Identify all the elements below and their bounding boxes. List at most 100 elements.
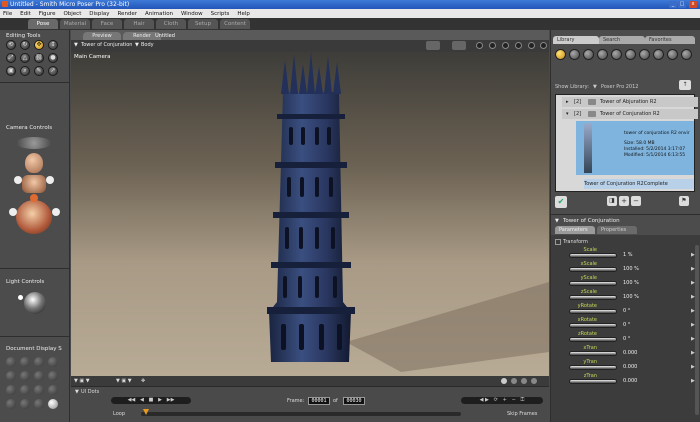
param-dial[interactable] — [569, 267, 617, 272]
library-up-button[interactable]: ↑ — [679, 80, 691, 90]
display-style-icon[interactable] — [34, 399, 44, 409]
view-option-icon[interactable] — [528, 42, 535, 49]
current-frame-field[interactable]: 00001 — [308, 397, 330, 405]
param-row[interactable]: xScale 100 % ▶ — [551, 261, 700, 275]
display-style-icon[interactable] — [34, 357, 44, 367]
remove-from-library-icon[interactable]: − — [631, 196, 641, 206]
camera-right-hand-icon[interactable] — [46, 176, 54, 184]
display-style-icon[interactable] — [34, 371, 44, 381]
ui-dots-arrow[interactable]: ▼ — [75, 389, 79, 395]
param-dial[interactable] — [569, 309, 617, 314]
param-dial[interactable] — [569, 281, 617, 286]
loop-label[interactable]: Loop — [113, 411, 125, 417]
param-dial[interactable] — [569, 365, 617, 370]
parameters-tab[interactable]: Parameters — [555, 226, 595, 234]
room-tab-pose[interactable]: Pose — [28, 19, 58, 29]
layout-icon[interactable] — [426, 41, 440, 50]
display-style-icon[interactable] — [6, 385, 16, 395]
view-option-icon[interactable] — [515, 42, 522, 49]
camera-head-icon[interactable] — [25, 153, 43, 173]
display-style-icon[interactable] — [6, 371, 16, 381]
apply-library-preset-icon[interactable]: ✔ — [555, 196, 567, 208]
close-button[interactable]: x — [689, 1, 697, 8]
display-style-icon[interactable] — [20, 371, 30, 381]
param-row[interactable]: xRotate 0 ° ▶ — [551, 317, 700, 331]
tower-model[interactable] — [71, 52, 549, 376]
hands-category-icon[interactable] — [611, 49, 622, 60]
ui-dot-icon[interactable] — [531, 378, 537, 384]
actor-menu[interactable]: Tower of Conjuration — [81, 42, 132, 48]
tab-untitled[interactable]: Untitled — [145, 32, 185, 40]
timeline-slider[interactable] — [141, 412, 461, 416]
lights-category-icon[interactable] — [639, 49, 650, 60]
library-item-selected[interactable]: Tower of Conjuration R2Complete — [584, 179, 694, 189]
ui-dot-icon[interactable] — [511, 378, 517, 384]
ui-dot-icon[interactable] — [521, 378, 527, 384]
materials-category-icon[interactable] — [667, 49, 678, 60]
display-style-icon[interactable] — [48, 357, 58, 367]
actor-menu-arrow[interactable]: ▼ — [555, 218, 559, 224]
library-item-preview[interactable]: tower of conjuration R2 envir Size: 58.0… — [576, 121, 694, 175]
transform-checkbox[interactable] — [555, 239, 561, 245]
param-row[interactable]: zRotate 0 ° ▶ — [551, 331, 700, 345]
taper-tool-icon[interactable]: △ — [20, 53, 30, 63]
grid-menu-icon[interactable]: ▼ ▣ ▼ — [116, 378, 132, 384]
camera-scale-icon[interactable] — [30, 194, 38, 202]
param-row[interactable]: zScale 100 % ▶ — [551, 289, 700, 303]
library-folder-row[interactable]: ▾ [2] Tower of Conjuration R2 — [562, 109, 698, 119]
camera-move-xy-icon[interactable] — [52, 208, 60, 216]
param-dial[interactable] — [569, 295, 617, 300]
view-option-icon[interactable] — [540, 42, 547, 49]
light-sphere-icon[interactable] — [24, 292, 46, 314]
layout-icon[interactable] — [452, 41, 466, 50]
camera-trackball-icon[interactable] — [16, 200, 52, 234]
param-dial[interactable] — [569, 323, 617, 328]
params-scrollbar[interactable] — [695, 245, 699, 415]
param-dial[interactable] — [569, 337, 617, 342]
minimize-button[interactable]: _ — [669, 1, 677, 8]
param-dial[interactable] — [569, 351, 617, 356]
param-row[interactable]: yTran 0.000 ▶ — [551, 359, 700, 373]
skip-frames-label[interactable]: Skip Frames — [507, 411, 537, 417]
param-dial[interactable] — [569, 379, 617, 384]
transform-group-label[interactable]: Transform — [563, 239, 588, 245]
display-style-icon[interactable] — [48, 399, 58, 409]
room-tab-material[interactable]: Material — [60, 19, 90, 29]
display-style-icon[interactable] — [6, 399, 16, 409]
show-library-select[interactable]: Poser Pro 2012 — [601, 84, 638, 90]
library-options-icon[interactable]: ⚑ — [679, 196, 689, 206]
room-tab-face[interactable]: Face — [92, 19, 122, 29]
expressions-category-icon[interactable] — [583, 49, 594, 60]
direct-manipulation-icon[interactable]: ↗ — [48, 66, 58, 76]
params-title[interactable]: Tower of Conjuration — [563, 218, 620, 224]
props-category-icon[interactable] — [625, 49, 636, 60]
tab-preview[interactable]: Preview — [83, 32, 121, 40]
body-menu[interactable]: Body — [141, 42, 154, 48]
room-tab-setup[interactable]: Setup — [188, 19, 218, 29]
display-style-icon[interactable] — [48, 371, 58, 381]
twist-tool-icon[interactable]: ↻ — [20, 40, 30, 50]
viewport[interactable]: Main Camera — [71, 52, 549, 376]
display-menu-icon[interactable]: ▼ ▣ ▼ — [74, 378, 90, 384]
body-menu-arrow[interactable]: ▼ — [135, 42, 139, 48]
light-handle-icon[interactable] — [18, 295, 23, 300]
figures-category-icon[interactable] — [555, 49, 566, 60]
poses-category-icon[interactable] — [569, 49, 580, 60]
param-row[interactable]: yRotate 0 ° ▶ — [551, 303, 700, 317]
total-frames-field[interactable]: 00030 — [343, 397, 365, 405]
favorites-tab[interactable]: Favorites — [645, 36, 695, 44]
library-collapse-icon[interactable]: ◨ — [607, 196, 617, 206]
param-row[interactable]: Scale 1 % ▶ — [551, 247, 700, 261]
camera-rotate-icon[interactable] — [16, 137, 52, 149]
room-tab-hair[interactable]: Hair — [124, 19, 154, 29]
keyframe-controls[interactable]: ◀ ▶ ⟳ + − ⚿ — [461, 397, 543, 404]
camera-left-hand-icon[interactable] — [14, 176, 22, 184]
grouping-tool-icon[interactable]: ▣ — [6, 66, 16, 76]
move-icon[interactable]: ✥ — [141, 378, 145, 384]
view-magnifier-icon[interactable]: ⌕ — [20, 66, 30, 76]
playback-controls[interactable]: ◀◀ ◀ ■ ▶ ▶▶ — [111, 397, 191, 404]
room-tab-content[interactable]: Content — [220, 19, 250, 29]
display-style-icon[interactable] — [20, 385, 30, 395]
cameras-category-icon[interactable] — [653, 49, 664, 60]
camera-body-icon[interactable] — [22, 175, 46, 193]
